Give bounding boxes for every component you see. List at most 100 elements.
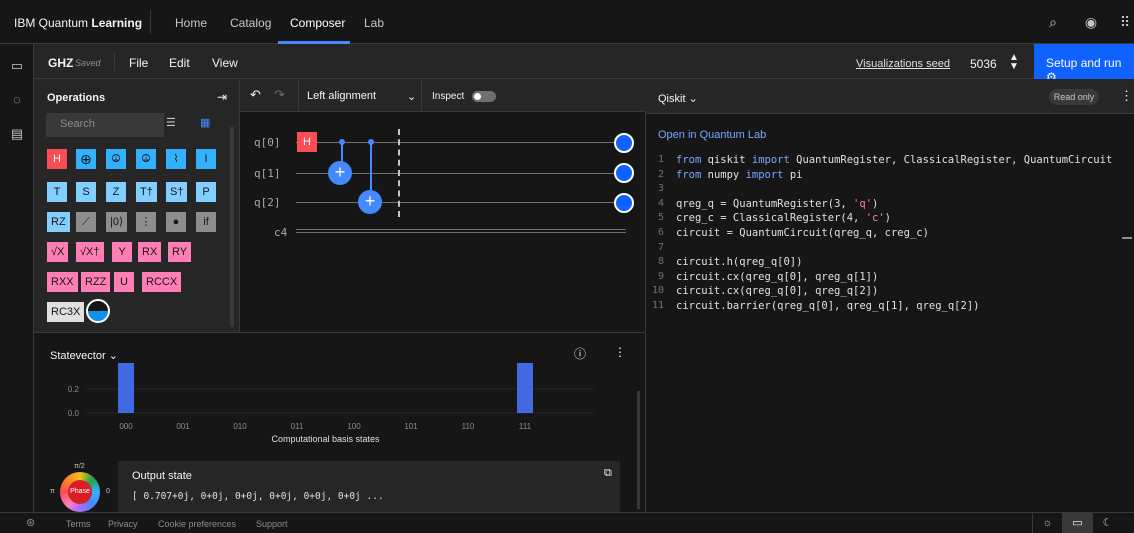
gate-swap[interactable]: ⌇ <box>166 149 186 169</box>
chevron-down-icon: ⌄ <box>407 91 417 103</box>
cnot-target-icon[interactable]: + <box>328 161 352 185</box>
qubit-label[interactable]: q[1] <box>254 167 281 180</box>
gate-p[interactable]: P <box>196 182 216 202</box>
gate-h[interactable]: H <box>47 149 67 169</box>
folder-icon[interactable]: ▭ <box>9 58 25 74</box>
gate-y[interactable]: Y <box>112 242 132 262</box>
menu-view[interactable]: View <box>212 56 238 70</box>
footer-privacy[interactable]: Privacy <box>108 519 138 529</box>
nav-composer[interactable]: Composer <box>290 16 345 30</box>
footer-terms[interactable]: Terms <box>66 519 91 529</box>
gate-rxx[interactable]: RXX <box>47 272 78 292</box>
gate-rx[interactable]: RX <box>138 242 162 262</box>
gate-i[interactable]: I <box>196 149 216 169</box>
code-line: from numpy import pi <box>676 168 803 181</box>
seed-value[interactable]: 5036 <box>970 57 997 71</box>
nav-catalog[interactable]: Catalog <box>230 16 271 30</box>
gate-reset[interactable]: |0⟩ <box>106 212 128 232</box>
list-view-icon[interactable]: ☰ <box>166 116 176 129</box>
x-tick-label: 100 <box>347 422 361 431</box>
cnot-target-icon[interactable]: + <box>358 190 382 214</box>
gate-measure[interactable]: ⟋ <box>76 212 96 232</box>
gate-sdg[interactable]: S† <box>166 182 188 202</box>
x-tick-label: 111 <box>519 422 532 431</box>
statevector-scrollbar[interactable] <box>637 391 640 509</box>
x-tick-label: 000 <box>119 422 133 431</box>
overflow-menu-icon[interactable]: ⋮ <box>1120 88 1133 104</box>
menu-edit[interactable]: Edit <box>169 56 190 70</box>
operations-search-input[interactable]: Search <box>46 113 164 137</box>
qubit-label[interactable]: q[2] <box>254 196 281 209</box>
grid-view-icon[interactable]: ▦ <box>200 116 210 129</box>
bloch-sphere-icon[interactable] <box>86 299 110 323</box>
app-switcher-icon[interactable]: ⠿ <box>1116 13 1134 31</box>
output-state-title: Output state <box>132 470 192 482</box>
control-dot[interactable] <box>368 139 374 145</box>
phase-label-left: π <box>50 488 55 495</box>
probability-indicator-icon[interactable] <box>614 193 634 213</box>
docs-icon[interactable]: ▤ <box>9 126 25 142</box>
output-state-value: [ 0.707+0j, 0+0j, 0+0j, 0+0j, 0+0j, 0+0j… <box>132 491 384 502</box>
code-line: creg_c = ClassicalRegister(4, 'c') <box>676 212 891 225</box>
visualization-select[interactable]: Statevector ⌄ <box>50 349 118 362</box>
brand-logo[interactable]: IBM Quantum Learning <box>14 16 142 30</box>
gate-barrier[interactable]: ⋮ <box>136 212 156 232</box>
light-theme-icon[interactable]: ☼ <box>1032 513 1062 533</box>
gate-toffoli[interactable]: ⦹ <box>106 149 126 169</box>
circuit-toolbar: ↶ ↷ Left alignment ⌄ Inspect <box>240 79 646 112</box>
copy-icon[interactable]: ⧉ <box>604 467 612 480</box>
gate-t[interactable]: T <box>47 182 67 202</box>
gate-ccx[interactable]: ⦹ <box>136 149 156 169</box>
h-gate[interactable]: H <box>297 132 317 152</box>
qubit-label[interactable]: q[0] <box>254 136 281 149</box>
phase-wheel: Phase <box>60 472 100 512</box>
gate-rz[interactable]: RZ <box>47 212 70 232</box>
open-in-lab-link[interactable]: Open in Quantum Lab <box>658 129 766 141</box>
user-avatar-icon[interactable]: ◉ <box>1082 13 1100 31</box>
gate-rc3x[interactable]: RC3X <box>47 302 85 322</box>
undo-icon[interactable]: ↶ <box>250 87 261 103</box>
gate-rzz[interactable]: RZZ <box>81 272 111 292</box>
redo-icon[interactable]: ↷ <box>274 87 285 103</box>
language-select[interactable]: Qiskit ⌄ <box>658 92 698 105</box>
gate-z[interactable]: Z <box>106 182 126 202</box>
dark-theme-icon[interactable]: ☾ <box>1092 513 1122 533</box>
dashboard-icon[interactable]: ◌ <box>9 92 25 108</box>
gate-u[interactable]: U <box>114 272 134 292</box>
gate-sxdg[interactable]: √X† <box>76 242 104 262</box>
gate-rccx[interactable]: RCCX <box>142 272 182 292</box>
gate-tdg[interactable]: T† <box>136 182 157 202</box>
nav-home[interactable]: Home <box>175 16 207 30</box>
operations-scrollbar[interactable] <box>230 127 234 327</box>
menu-file[interactable]: File <box>129 56 148 70</box>
overflow-menu-icon[interactable]: ⋮ <box>614 345 626 359</box>
search-icon[interactable]: ⌕ <box>1044 13 1062 31</box>
code-line: from qiskit import QuantumRegister, Clas… <box>676 154 1113 166</box>
nav-lab[interactable]: Lab <box>364 16 384 30</box>
operations-title: Operations <box>47 92 106 104</box>
ibm-icon: ⊛ <box>26 517 36 529</box>
setup-and-run-button[interactable]: Setup and run ⚙ <box>1034 44 1134 84</box>
footer-support[interactable]: Support <box>256 519 288 529</box>
footer-cookie-preferences[interactable]: Cookie preferences <box>158 519 236 529</box>
gate-ry[interactable]: RY <box>168 242 192 262</box>
seed-stepper-icon[interactable]: ▲ ▼ <box>1009 53 1019 72</box>
gate-s[interactable]: S <box>76 182 96 202</box>
gate-cnot[interactable]: ⊕ <box>76 149 96 169</box>
control-dot[interactable] <box>339 139 345 145</box>
visualizations-seed-link[interactable]: Visualizations seed <box>856 58 950 70</box>
gate-sx[interactable]: √X <box>47 242 69 262</box>
inspect-toggle[interactable] <box>472 91 496 102</box>
probability-indicator-icon[interactable] <box>614 133 634 153</box>
gate-control[interactable]: ● <box>166 212 186 232</box>
code-scrollbar[interactable] <box>1122 237 1132 239</box>
probability-indicator-icon[interactable] <box>614 163 634 183</box>
code-editor-panel: Qiskit ⌄ Read only ⋮ Open in Quantum Lab… <box>646 79 1134 512</box>
collapse-panel-icon[interactable]: ⇥ <box>217 90 227 104</box>
alignment-select[interactable]: Left alignment ⌄ <box>298 79 422 112</box>
system-theme-icon[interactable]: ▭ <box>1062 513 1092 533</box>
file-name[interactable]: GHZ <box>48 56 73 70</box>
info-icon[interactable]: ⓘ <box>574 345 586 362</box>
gate-if[interactable]: if <box>196 212 216 232</box>
barrier[interactable] <box>398 129 400 217</box>
